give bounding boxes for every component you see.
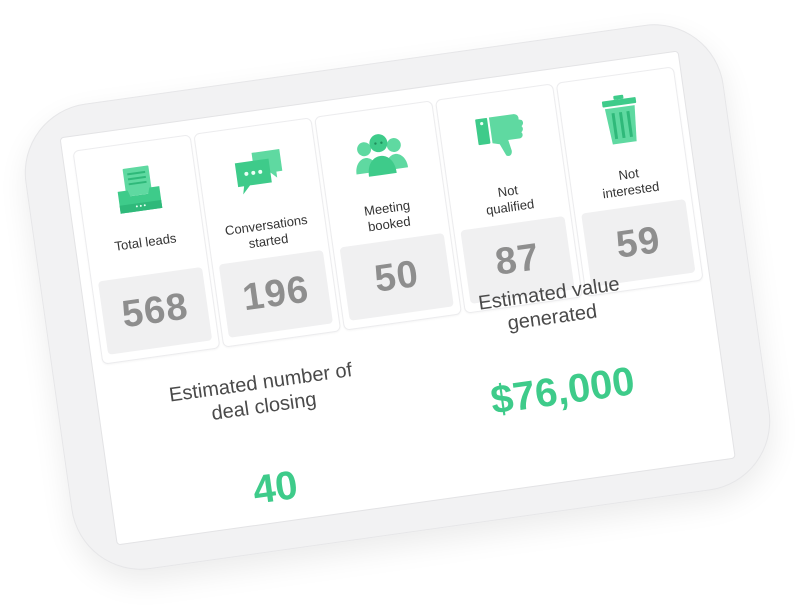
tablet-frame: Total leads 568 Conversations started 19… <box>15 15 780 579</box>
stat-value-box: 196 <box>218 249 334 338</box>
stat-label-line1: Not <box>496 182 519 200</box>
dashboard-screen: Total leads 568 Conversations started 19… <box>59 50 736 546</box>
stat-value-box: 568 <box>97 266 213 355</box>
stat-label: Not interested <box>570 159 690 207</box>
stat-label-line2: interested <box>601 178 661 202</box>
trash-can-icon <box>601 94 637 145</box>
summary-deal-closing-value: 40 <box>250 462 301 513</box>
stat-value: 59 <box>613 218 664 267</box>
stat-label: Not qualified <box>449 176 569 224</box>
chat-bubbles-icon <box>234 149 282 195</box>
summary-deal-closing-label: Estimated number of deal closing <box>110 350 414 439</box>
thumbs-down-icon <box>474 114 523 157</box>
stat-label-line1: Total leads <box>113 230 178 254</box>
stat-value: 196 <box>240 267 312 319</box>
stat-label-line1: Not <box>617 165 640 183</box>
people-group-icon <box>355 134 408 177</box>
dashboard-scene: Total leads 568 Conversations started 19… <box>0 0 795 613</box>
stat-value: 87 <box>492 235 543 284</box>
summary-deal-closing: Estimated number of deal closing 40 <box>110 350 427 531</box>
summary-value-generated-amount: $76,000 <box>488 359 638 423</box>
stat-label: Total leads <box>86 226 204 258</box>
stat-value: 50 <box>371 252 422 301</box>
stat-label-line2: qualified <box>485 196 536 218</box>
stat-value: 568 <box>119 284 191 336</box>
stat-label: Conversations started <box>207 210 327 258</box>
inbox-tray-icon <box>117 165 162 214</box>
stat-label: Meeting booked <box>328 193 448 241</box>
